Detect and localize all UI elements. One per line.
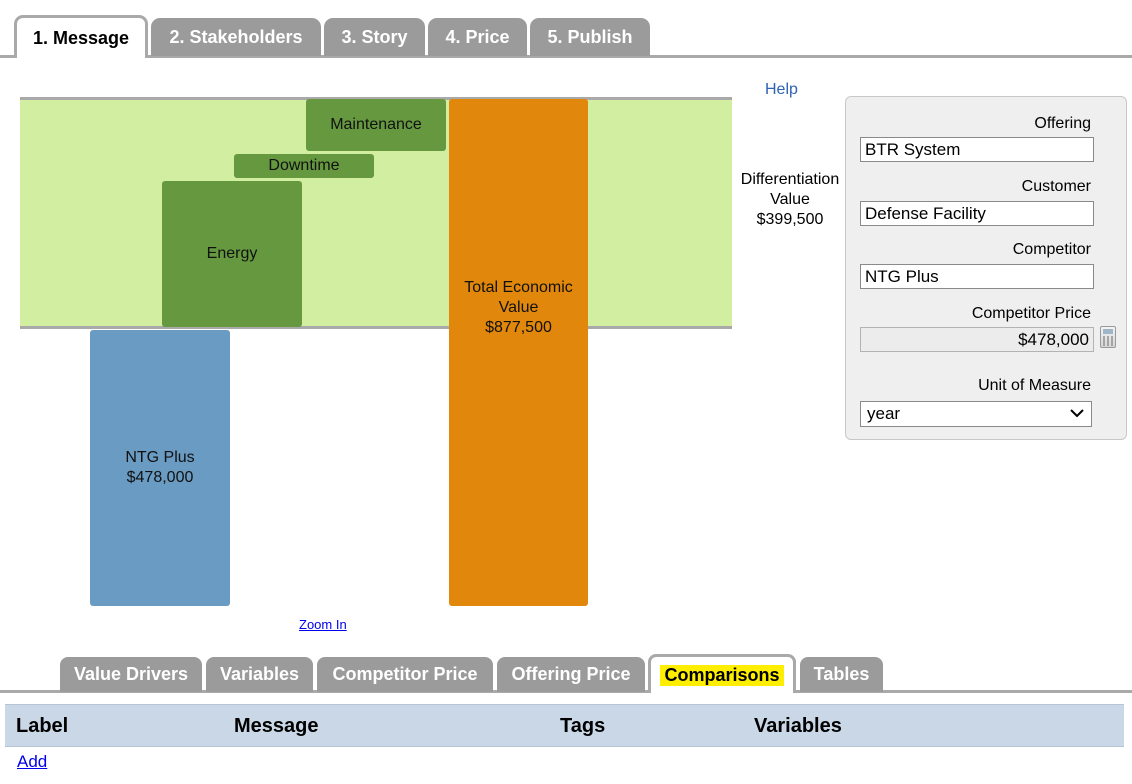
tab-message[interactable]: 1. Message — [14, 15, 148, 58]
tab-competitor-price[interactable]: Competitor Price — [317, 657, 493, 692]
offering-label: Offering — [1034, 115, 1091, 132]
competitor-label: Competitor — [1012, 241, 1091, 258]
tab-comparisons-label: Comparisons — [660, 664, 784, 686]
bar-downtime-label: Downtime — [268, 157, 340, 174]
tab-publish[interactable]: 5. Publish — [530, 18, 650, 56]
bar-total-economic-value[interactable]: Total Economic Value $877,500 — [449, 99, 588, 606]
competitor-price-label: Competitor Price — [971, 305, 1091, 322]
settings-panel: Offering BTR System Customer Defense Fac… — [845, 96, 1127, 440]
diff-label-line2: Value — [770, 191, 810, 208]
table-header: Label Message Tags Variables — [5, 704, 1124, 747]
unit-of-measure-label: Unit of Measure — [978, 377, 1091, 394]
bar-total-label-line2: Value — [498, 299, 539, 316]
tab-offering-price[interactable]: Offering Price — [497, 657, 645, 692]
bar-total-label-line1: Total Economic — [464, 279, 573, 296]
bar-competitor-value: $478,000 — [126, 469, 194, 486]
column-header-message: Message — [234, 715, 319, 737]
calculator-icon[interactable] — [1100, 326, 1116, 348]
bar-maintenance[interactable]: Maintenance — [306, 99, 446, 151]
add-link[interactable]: Add — [17, 752, 47, 772]
bar-competitor[interactable]: NTG Plus $478,000 — [90, 330, 230, 606]
differentiation-value: Differentiation Value $399,500 — [733, 170, 847, 230]
tab-tables[interactable]: Tables — [800, 657, 883, 692]
bar-total-value: $877,500 — [485, 319, 552, 336]
diff-value: $399,500 — [756, 211, 824, 228]
tab-story[interactable]: 3. Story — [324, 18, 425, 56]
unit-of-measure-value: year — [867, 404, 901, 423]
tab-variables[interactable]: Variables — [206, 657, 313, 692]
column-header-tags: Tags — [560, 715, 606, 737]
competitor-price-field: $478,000 — [860, 327, 1094, 352]
customer-field[interactable]: Defense Facility — [860, 201, 1094, 226]
tab-stakeholders[interactable]: 2. Stakeholders — [151, 18, 321, 56]
bar-energy-label: Energy — [206, 245, 258, 262]
column-header-variables: Variables — [754, 715, 842, 737]
bar-maintenance-label: Maintenance — [330, 116, 422, 133]
offering-field[interactable]: BTR System — [860, 137, 1094, 162]
help-link[interactable]: Help — [765, 81, 798, 99]
chevron-down-icon — [1070, 409, 1084, 418]
tab-value-drivers[interactable]: Value Drivers — [60, 657, 202, 692]
competitor-field[interactable]: NTG Plus — [860, 264, 1094, 289]
tab-price[interactable]: 4. Price — [428, 18, 527, 56]
tab-comparisons[interactable]: Comparisons — [648, 654, 796, 693]
diff-label-line1: Differentiation — [740, 171, 840, 188]
unit-of-measure-select[interactable]: year — [860, 401, 1092, 427]
bar-downtime[interactable]: Downtime — [234, 154, 374, 178]
bar-competitor-label: NTG Plus — [125, 449, 195, 466]
customer-label: Customer — [1021, 178, 1091, 195]
zoom-in-link[interactable]: Zoom In — [299, 617, 347, 632]
column-header-label: Label — [16, 715, 69, 737]
bar-energy[interactable]: Energy — [162, 181, 302, 327]
